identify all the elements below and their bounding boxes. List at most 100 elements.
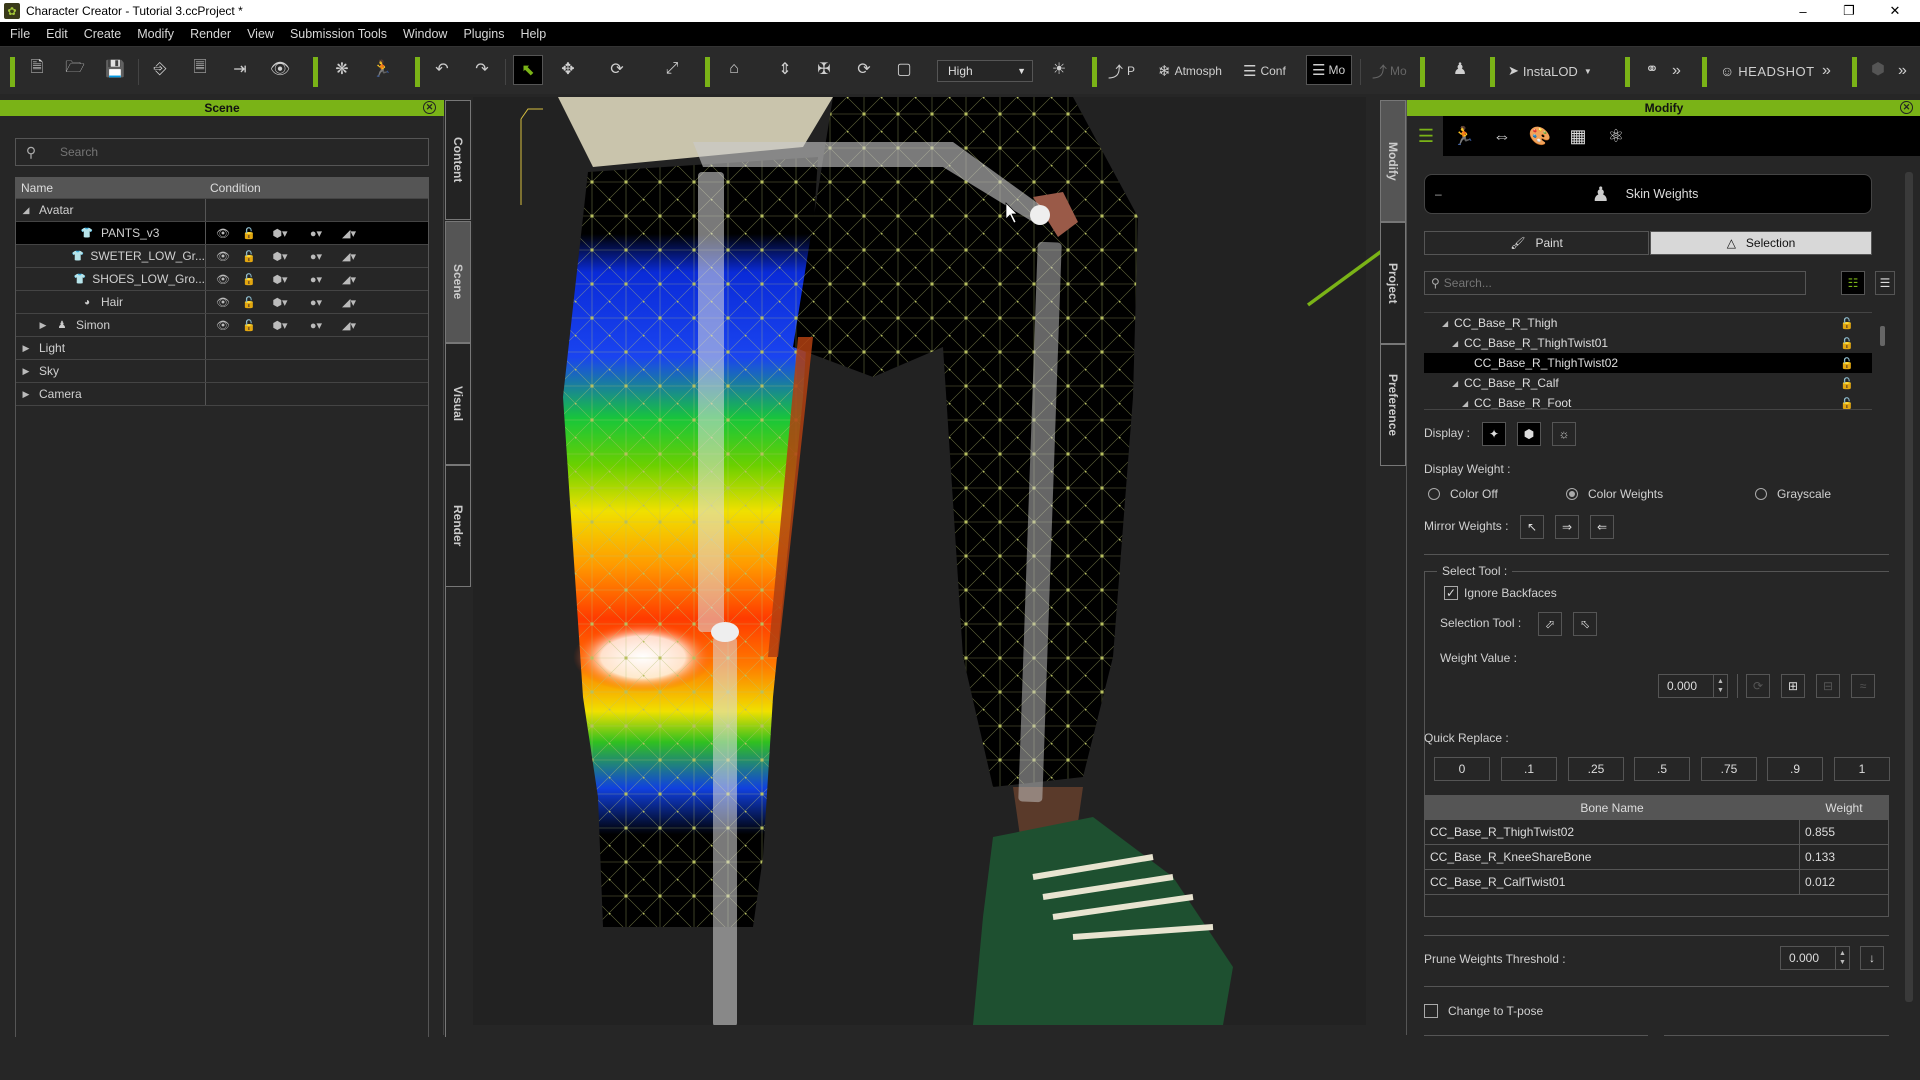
tab-preference[interactable]: Preference [1380, 344, 1406, 466]
bone-weight-row[interactable]: CC_Base_R_KneeShareBone 0.133 [1425, 845, 1888, 870]
motion-figure-icon[interactable]: 🏃 [370, 57, 394, 81]
menu-modify[interactable]: Modify [137, 27, 174, 41]
close-panel-icon[interactable]: ✕ [1900, 101, 1913, 114]
close-panel-icon[interactable]: ✕ [423, 101, 436, 114]
instalod-button[interactable]: ➤ InstaLOD ▼ [1508, 57, 1592, 85]
fit-vertical-icon[interactable]: ⇕ [773, 57, 797, 81]
scene-row-name-cell[interactable]: ▶ Sky [16, 360, 206, 382]
scene-tree-row[interactable]: ▶ ♟ Simon 👁 🔓 ⬢▾ ●▾ ◢▾ [16, 314, 428, 337]
pose-button[interactable]: ⤴ P [1108, 57, 1135, 85]
radio-grayscale[interactable]: Grayscale [1755, 487, 1831, 501]
bone-weight-value[interactable]: 0.133 [1800, 845, 1888, 869]
light-sun-icon[interactable]: ☀ [1047, 57, 1071, 81]
shadow-sphere-icon[interactable]: ●▾ [298, 273, 334, 286]
mirror-right-to-left-icon[interactable]: ⇐ [1590, 515, 1614, 539]
render-cube-icon[interactable]: ⬢▾ [262, 250, 298, 263]
column-weight[interactable]: Weight [1800, 796, 1888, 819]
render-cube-icon[interactable]: ⬢▾ [262, 296, 298, 309]
menu-help[interactable]: Help [520, 27, 546, 41]
spin-arrows[interactable]: ▲ ▼ [1835, 947, 1849, 969]
morph-icon[interactable]: ⇔ [1489, 123, 1515, 149]
open-folder-icon[interactable]: 🗁 [63, 57, 87, 81]
ignore-backfaces-checkbox[interactable]: ✓ [1444, 586, 1458, 600]
radio-color-off[interactable]: Color Off [1428, 487, 1498, 501]
cube-plugin-icon[interactable]: ⬢ [1866, 57, 1890, 81]
scale-icon[interactable]: ⤢ [660, 57, 684, 81]
menu-submission-tools[interactable]: Submission Tools [290, 27, 387, 41]
quick-replace-button[interactable]: 0 [1434, 757, 1490, 781]
bone-weight-value[interactable]: 0.855 [1800, 820, 1888, 844]
selection-mode-tab[interactable]: △ Selection [1650, 231, 1872, 255]
render-cube-icon[interactable]: ⬢▾ [262, 319, 298, 332]
export-ic-icon[interactable]: 🗏 [188, 57, 212, 81]
display-mesh-cube-icon[interactable]: ⬢ [1517, 422, 1541, 446]
visibility-eye-icon[interactable]: 👁 [210, 319, 236, 332]
pose-icon[interactable]: 🏃 [1451, 123, 1477, 149]
lock-icon[interactable]: 🔓 [236, 273, 262, 286]
scene-row-name-cell[interactable]: 👕 SWETER_LOW_Gr... [16, 245, 206, 267]
layers-view-icon[interactable]: ☰ [1875, 271, 1895, 295]
headshot-button[interactable]: ☺ HEADSHOT [1720, 57, 1815, 85]
expand-closed-icon[interactable]: ▶ [19, 366, 33, 377]
hierarchy-view-icon[interactable]: ☷ [1841, 271, 1865, 295]
scene-tree-row[interactable]: ◕ Hair 👁 🔓 ⬢▾ ●▾ ◢▾ [16, 291, 428, 314]
lock-icon[interactable]: 🔓 [1840, 397, 1854, 410]
tab-content[interactable]: Content [445, 100, 471, 220]
scene-row-name-cell[interactable]: ▶ ♟ Simon [16, 314, 206, 336]
tab-visual[interactable]: Visual [445, 343, 471, 465]
scene-row-name-cell[interactable]: ◢ Avatar [16, 199, 206, 221]
display-light-icon[interactable]: ☼ [1552, 422, 1576, 446]
render-quality-select[interactable]: High ▼ [937, 60, 1033, 82]
expand-more-icon[interactable]: » [1898, 57, 1907, 85]
bone-tree-row[interactable]: ◢ CC_Base_R_Calf 🔓 [1424, 373, 1872, 393]
expand-more-icon[interactable]: » [1672, 57, 1681, 85]
radio-color-weights-indicator[interactable] [1566, 488, 1578, 500]
radio-grayscale-indicator[interactable] [1755, 488, 1767, 500]
menu-create[interactable]: Create [84, 27, 122, 41]
bone-tree-row[interactable]: ◢ CC_Base_R_Thigh 🔓 [1424, 313, 1872, 333]
morph-slider-icon[interactable]: ⚭ [1640, 57, 1664, 81]
menu-plugins[interactable]: Plugins [463, 27, 504, 41]
render-cube-icon[interactable]: ⬢▾ [262, 273, 298, 286]
replace-weight-icon[interactable]: ⟳ [1746, 674, 1770, 698]
scene-tree-row[interactable]: 👕 SWETER_LOW_Gr... 👁 🔓 ⬢▾ ●▾ ◢▾ [16, 245, 428, 268]
conform-button[interactable]: ☰ Conf [1243, 57, 1286, 85]
modify-toolbar-button[interactable]: ☰ Mo [1306, 55, 1352, 85]
mirror-select-arrow-icon[interactable]: ↖ [1520, 515, 1544, 539]
menu-render[interactable]: Render [190, 27, 231, 41]
scene-search-input[interactable] [60, 145, 390, 159]
bone-tree-row[interactable]: ◢ CC_Base_R_Foot 🔓 [1424, 393, 1872, 410]
bone-tree-scrollbar[interactable] [1880, 326, 1885, 346]
lock-icon[interactable]: 🔓 [1840, 357, 1854, 370]
scene-row-name-cell[interactable]: ◕ Hair [16, 291, 206, 313]
select-arrow-icon[interactable]: ⬉ [513, 55, 543, 85]
visibility-eye-icon[interactable]: 👁 [210, 273, 236, 286]
scene-tree-row[interactable]: ▶ Light [16, 337, 428, 360]
motion-button[interactable]: ⤴ Mo [1372, 57, 1407, 85]
save-icon[interactable]: 💾 [103, 57, 127, 81]
shadow-sphere-icon[interactable]: ●▾ [298, 227, 334, 240]
collapse-icon[interactable]: – [1435, 187, 1442, 201]
quick-replace-button[interactable]: .9 [1767, 757, 1823, 781]
shadow-sphere-icon[interactable]: ●▾ [298, 250, 334, 263]
expand-closed-icon[interactable]: ▶ [19, 343, 33, 354]
undo-icon[interactable]: ↶ [430, 57, 454, 81]
new-file-icon[interactable]: 🗎 [25, 57, 49, 81]
ruler-icon[interactable]: ◢▾ [334, 319, 364, 332]
lock-icon[interactable]: 🔓 [1840, 337, 1854, 350]
quick-replace-button[interactable]: 1 [1834, 757, 1890, 781]
checker-texture-icon[interactable]: ▦ [1565, 123, 1591, 149]
3d-object-icon[interactable]: ❋ [330, 57, 354, 81]
mirror-left-to-right-icon[interactable]: ⇒ [1555, 515, 1579, 539]
skin-weights-section-header[interactable]: – ♟ Skin Weights [1424, 174, 1872, 214]
minimize-button[interactable]: – [1780, 0, 1826, 22]
scene-tree-row[interactable]: ▶ Camera [16, 383, 428, 406]
expand-open-icon[interactable]: ◢ [1462, 399, 1474, 408]
spin-down-icon[interactable]: ▼ [1717, 686, 1724, 695]
viewport-render[interactable] [473, 97, 1366, 1025]
expand-more-icon[interactable]: » [1822, 57, 1831, 85]
radio-color-weights[interactable]: Color Weights [1566, 487, 1663, 501]
expand-open-icon[interactable]: ◢ [1452, 379, 1464, 388]
lock-icon[interactable]: 🔓 [236, 319, 262, 332]
tab-modify[interactable]: Modify [1380, 100, 1406, 222]
